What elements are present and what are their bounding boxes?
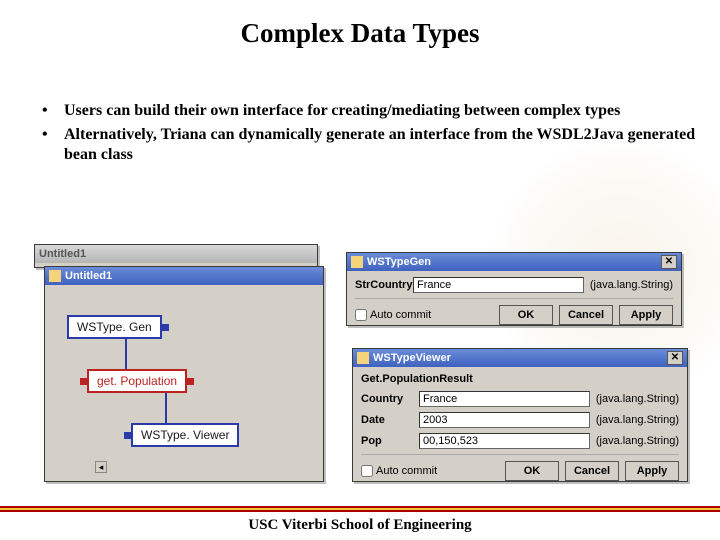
date-input[interactable]	[419, 412, 590, 428]
footer-band	[0, 506, 720, 512]
close-icon[interactable]: ✕	[667, 351, 683, 365]
pop-input[interactable]	[419, 433, 590, 449]
screenshot-area: Untitled1 Untitled1 WSType. Gen get. Pop…	[34, 244, 686, 488]
field-label-date: Date	[361, 414, 419, 426]
node-wstypeviewer[interactable]: WSType. Viewer	[131, 423, 239, 447]
node-wstypegen[interactable]: WSType. Gen	[67, 315, 162, 339]
result-header: Get.PopulationResult	[361, 373, 679, 385]
strcountry-input[interactable]	[413, 277, 584, 293]
bg-window-inner-title: Untitled1	[65, 270, 112, 282]
app-icon	[49, 270, 61, 282]
cancel-button[interactable]: Cancel	[565, 461, 619, 481]
auto-commit-checkbox[interactable]	[355, 309, 367, 321]
apply-button[interactable]: Apply	[625, 461, 679, 481]
bullet-list: Users can build their own interface for …	[0, 49, 720, 165]
auto-commit-checkbox[interactable]	[361, 465, 373, 477]
slide-title: Complex Data Types	[0, 0, 720, 49]
cancel-button[interactable]: Cancel	[559, 305, 613, 325]
scroll-handle[interactable]: ◂	[95, 461, 107, 473]
dialog-icon	[351, 256, 363, 268]
wstypeviewer-dialog: WSTypeViewer ✕ Get.PopulationResult Coun…	[352, 348, 688, 482]
country-input[interactable]	[419, 391, 590, 407]
field-type: (java.lang.String)	[596, 414, 679, 426]
node-getpopulation[interactable]: get. Population	[87, 369, 187, 393]
footer-text: USC Viterbi School of Engineering	[0, 517, 720, 534]
field-type: (java.lang.String)	[596, 393, 679, 405]
wstypegen-dialog: WSTypeGen ✕ StrCountry (java.lang.String…	[346, 252, 682, 326]
field-type: (java.lang.String)	[590, 279, 673, 291]
field-label-country: Country	[361, 393, 419, 405]
bg-window-inner: Untitled1 WSType. Gen get. Population WS	[44, 266, 324, 482]
ok-button[interactable]: OK	[499, 305, 553, 325]
field-label-strcountry: StrCountry	[355, 279, 413, 291]
close-icon[interactable]: ✕	[661, 255, 677, 269]
dialog-icon	[357, 352, 369, 364]
ok-button[interactable]: OK	[505, 461, 559, 481]
field-type: (java.lang.String)	[596, 435, 679, 447]
bg-window-outer-title: Untitled1	[39, 248, 86, 260]
apply-button[interactable]: Apply	[619, 305, 673, 325]
auto-commit-label: Auto commit	[370, 309, 431, 321]
wstypeviewer-title: WSTypeViewer	[373, 352, 451, 364]
bullet-item: Alternatively, Triana can dynamically ge…	[36, 125, 700, 165]
wstypegen-title: WSTypeGen	[367, 256, 431, 268]
bg-window-outer: Untitled1	[34, 244, 318, 268]
field-label-pop: Pop	[361, 435, 419, 447]
auto-commit-label: Auto commit	[376, 465, 437, 477]
bullet-item: Users can build their own interface for …	[36, 101, 700, 121]
